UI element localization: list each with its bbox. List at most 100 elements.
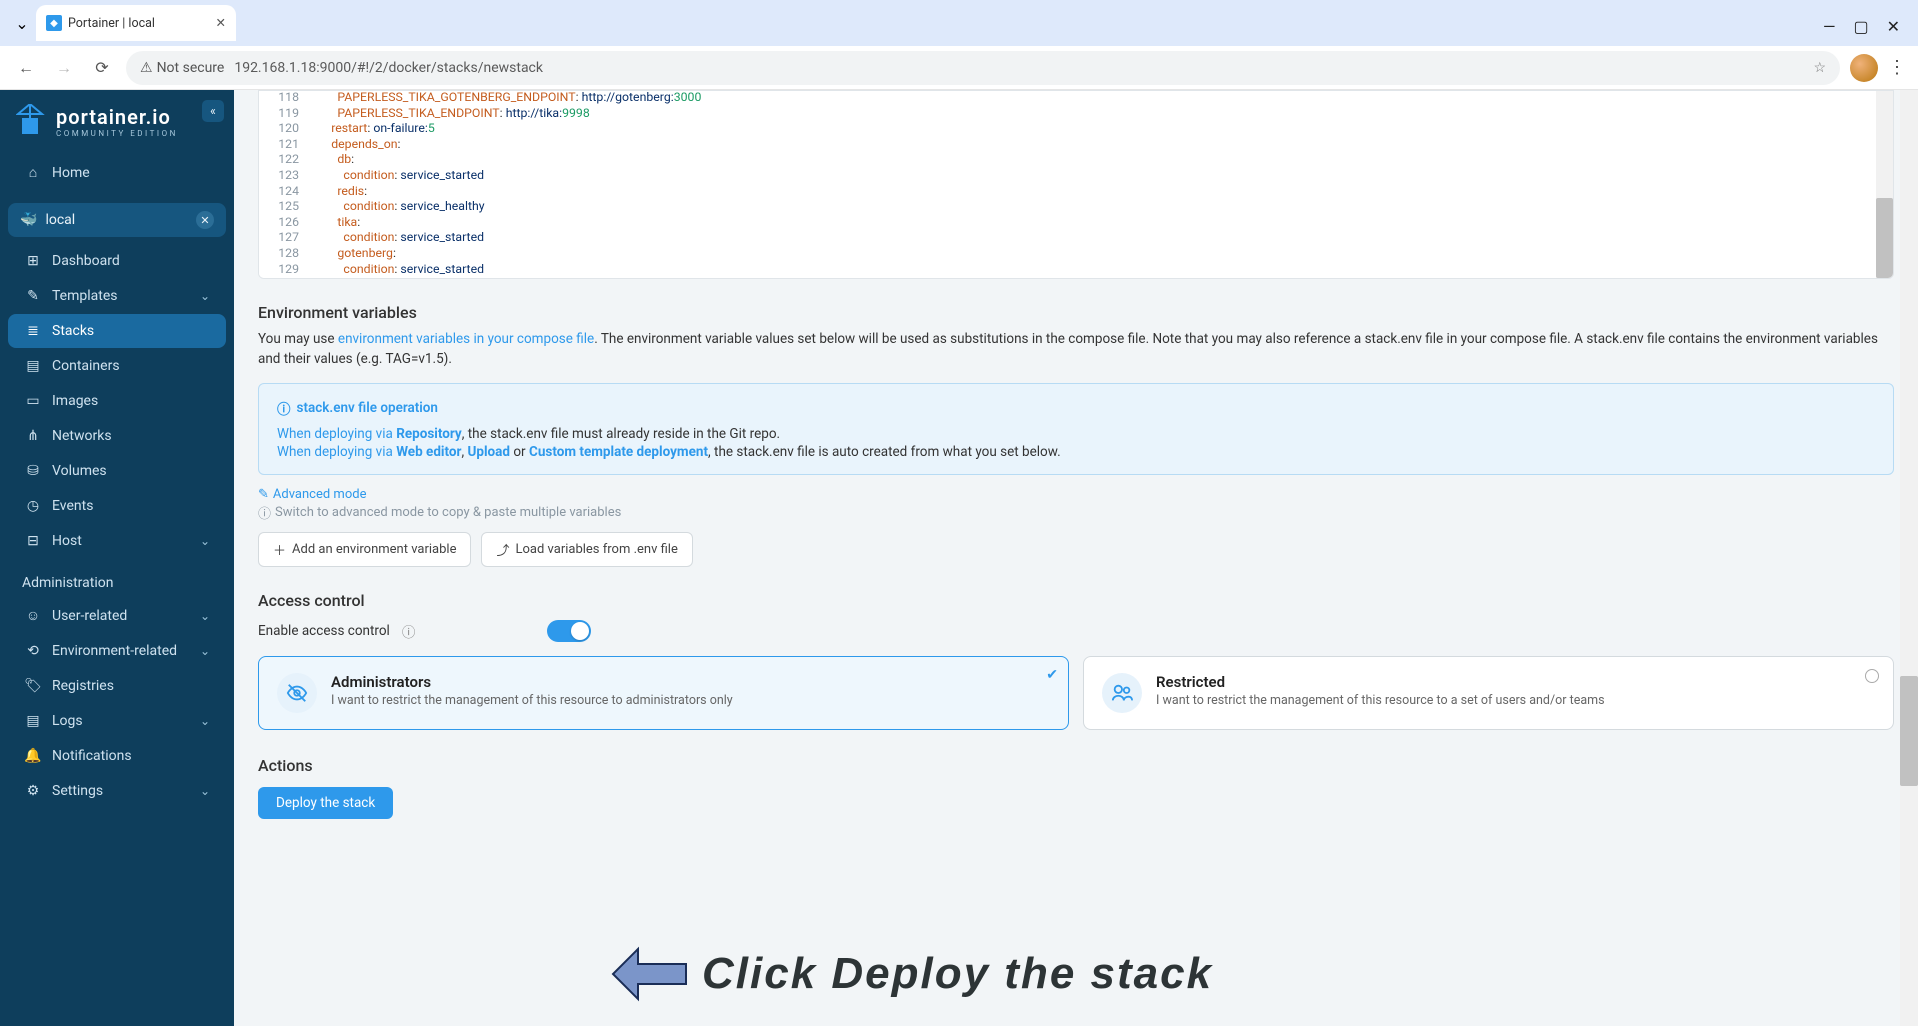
- browser-menu-icon[interactable]: ⋮: [1888, 57, 1906, 78]
- advanced-mode-link[interactable]: ✎ Advanced mode: [258, 487, 1894, 502]
- back-button[interactable]: ←: [12, 54, 40, 82]
- actions-heading: Actions: [258, 756, 1894, 775]
- chevron-down-icon: ⌄: [200, 644, 210, 658]
- environment-selector[interactable]: 🐳 local ✕: [8, 203, 226, 237]
- code-text: depends_on:: [311, 138, 401, 154]
- brand-name: portainer.io: [56, 105, 178, 129]
- code-line[interactable]: 128 gotenberg:: [259, 247, 1893, 263]
- access-card-restricted[interactable]: Restricted I want to restrict the manage…: [1083, 656, 1894, 730]
- deploy-stack-button[interactable]: Deploy the stack: [258, 787, 393, 819]
- sidebar-item-user-related[interactable]: ☺User-related⌄: [8, 598, 226, 633]
- restricted-card-title: Restricted: [1156, 673, 1605, 691]
- access-control-heading: Access control: [258, 591, 1894, 610]
- code-text: redis:: [311, 185, 367, 201]
- code-line[interactable]: 129 condition: service_started: [259, 263, 1893, 279]
- window-maximize-icon[interactable]: ▢: [1853, 17, 1868, 36]
- help-icon[interactable]: ⓘ: [402, 621, 416, 641]
- sidebar-item-logs[interactable]: ▤Logs⌄: [8, 704, 226, 738]
- info-l1-c: , the stack.env file must already reside…: [462, 426, 780, 442]
- load-env-file-button[interactable]: ⤴ Load variables from .env file: [481, 532, 692, 567]
- enable-access-toggle[interactable]: [547, 620, 591, 642]
- access-card-administrators[interactable]: ✔ Administrators I want to restrict the …: [258, 656, 1069, 730]
- sidebar-item-registries[interactable]: 🏷Registries: [8, 669, 226, 703]
- code-line[interactable]: 127 condition: service_started: [259, 231, 1893, 247]
- code-line[interactable]: 122 db:: [259, 153, 1893, 169]
- info-upload-term: Upload: [467, 444, 510, 460]
- line-number: 126: [259, 216, 311, 232]
- window-minimize-icon[interactable]: ―: [1823, 17, 1836, 36]
- line-number: 123: [259, 169, 311, 185]
- load-env-file-label: Load variables from .env file: [516, 542, 678, 557]
- user-related-icon: ☺: [24, 607, 42, 624]
- info-l2-e: or: [510, 444, 529, 460]
- line-number: 118: [259, 91, 311, 107]
- brand-subtitle: COMMUNITY EDITION: [56, 129, 178, 138]
- sidebar-item-dashboard[interactable]: ⊞Dashboard: [8, 244, 226, 278]
- address-bar[interactable]: ⚠ Not secure 192.168.1.18:9000/#!/2/dock…: [126, 51, 1840, 85]
- templates-icon: ✎: [24, 288, 42, 304]
- code-editor[interactable]: 118 PAPERLESS_TIKA_GOTENBERG_ENDPOINT: h…: [258, 90, 1894, 279]
- code-line[interactable]: 118 PAPERLESS_TIKA_GOTENBERG_ENDPOINT: h…: [259, 91, 1893, 107]
- tab-close-icon[interactable]: ✕: [216, 15, 226, 31]
- editor-scrollbar-thumb[interactable]: [1876, 198, 1893, 278]
- code-text: condition: service_started: [311, 231, 484, 247]
- annotation-overlay: Click Deploy the stack: [608, 944, 1213, 1004]
- main-content: 118 PAPERLESS_TIKA_GOTENBERG_ENDPOINT: h…: [234, 90, 1918, 1026]
- logs-icon: ▤: [24, 713, 42, 729]
- line-number: 128: [259, 247, 311, 263]
- sidebar-item-label: Templates: [52, 288, 118, 304]
- sidebar-item-label: Host: [52, 533, 82, 549]
- env-vars-docs-link[interactable]: environment variables in your compose fi…: [338, 331, 594, 347]
- docker-icon: 🐳: [20, 212, 37, 228]
- collapse-sidebar-button[interactable]: «: [202, 100, 224, 122]
- chevron-down-icon: ⌄: [200, 534, 210, 548]
- check-icon: ✔: [1046, 667, 1058, 683]
- sidebar-item-host[interactable]: ⊟ Host ⌄: [8, 524, 226, 558]
- env-close-icon[interactable]: ✕: [196, 211, 214, 229]
- reload-button[interactable]: ⟳: [88, 54, 116, 82]
- code-line[interactable]: 120 restart: on-failure:5: [259, 122, 1893, 138]
- line-number: 122: [259, 153, 311, 169]
- code-text: condition: service_started: [311, 263, 484, 279]
- line-number: 121: [259, 138, 311, 154]
- chevron-down-icon: ⌄: [200, 714, 210, 728]
- sidebar-item-settings[interactable]: ⚙Settings⌄: [8, 774, 226, 808]
- stacks-icon: ≣: [24, 323, 42, 339]
- sidebar-item-notifications[interactable]: 🔔Notifications: [8, 739, 226, 773]
- host-icon: ⊟: [24, 533, 42, 549]
- sidebar-home-label: Home: [52, 165, 90, 181]
- browser-tab[interactable]: ◆ Portainer | local ✕: [36, 5, 236, 41]
- warning-icon: ⚠: [140, 60, 153, 76]
- bookmark-star-icon[interactable]: ☆: [1813, 60, 1826, 76]
- tab-list-dropdown[interactable]: ⌄: [8, 5, 36, 41]
- chevron-down-icon: ⌄: [200, 784, 210, 798]
- info-l2-a: When deploying via: [277, 444, 396, 460]
- sidebar-item-stacks[interactable]: ≣Stacks: [8, 314, 226, 348]
- add-env-var-button[interactable]: ＋ Add an environment variable: [258, 532, 471, 567]
- code-line[interactable]: 121 depends_on:: [259, 138, 1893, 154]
- sidebar-item-events[interactable]: ◷Events: [8, 489, 226, 523]
- sidebar-item-volumes[interactable]: ⛁Volumes: [8, 454, 226, 488]
- window-close-icon[interactable]: ✕: [1887, 17, 1900, 36]
- profile-avatar[interactable]: [1850, 54, 1878, 82]
- eye-off-icon: [277, 673, 317, 713]
- sidebar-item-containers[interactable]: ▤Containers: [8, 349, 226, 383]
- code-line[interactable]: 125 condition: service_healthy: [259, 200, 1893, 216]
- sidebar-item-networks[interactable]: ⋔Networks: [8, 419, 226, 453]
- code-line[interactable]: 119 PAPERLESS_TIKA_ENDPOINT: http://tika…: [259, 107, 1893, 123]
- code-line[interactable]: 123 condition: service_started: [259, 169, 1893, 185]
- sidebar-item-environment-related[interactable]: ⟲Environment-related⌄: [8, 634, 226, 668]
- sidebar: « portainer.io COMMUNITY EDITION ⌂ Home …: [0, 90, 234, 1026]
- images-icon: ▭: [24, 393, 42, 409]
- annotation-text: Click Deploy the stack: [702, 949, 1213, 999]
- code-line[interactable]: 126 tika:: [259, 216, 1893, 232]
- page-scrollbar-thumb[interactable]: [1900, 676, 1918, 786]
- forward-button[interactable]: →: [50, 54, 78, 82]
- line-number: 129: [259, 263, 311, 279]
- code-line[interactable]: 124 redis:: [259, 185, 1893, 201]
- sidebar-home[interactable]: ⌂ Home: [8, 155, 226, 190]
- environment-related-icon: ⟲: [24, 643, 42, 659]
- sidebar-item-images[interactable]: ▭Images: [8, 384, 226, 418]
- env-vars-heading: Environment variables: [258, 303, 1894, 322]
- sidebar-item-templates[interactable]: ✎Templates⌄: [8, 279, 226, 313]
